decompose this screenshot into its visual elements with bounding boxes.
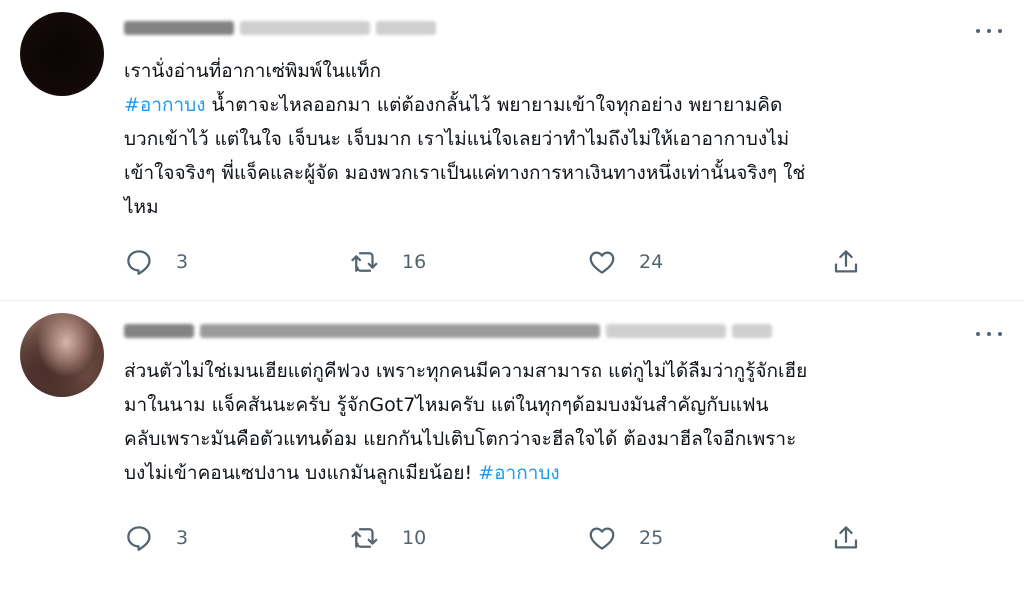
tweet-actions: 3 16 24: [124, 246, 864, 278]
retweet-count: 10: [402, 527, 427, 549]
tweet-line: ส่วนตัวไม่ใช่เมนเฮียแต่กูคีฟวง เพราะทุกค…: [124, 360, 808, 382]
tweet-line: บวกเข้าไว้ แต่ในใจ เจ็บนะ เจ็บมาก เราไม่…: [124, 128, 790, 150]
tweet-line: คลับเพราะมันคือตัวแทนด้อม แยกกันไปเติบโต…: [124, 428, 797, 450]
tweet[interactable]: เรานั่งอ่านที่อากาเซ่พิมพ์ในแท็ก #อากาบง…: [0, 0, 1024, 300]
retweet-icon: [351, 252, 378, 272]
tweet-text: ส่วนตัวไม่ใช่เมนเฮียแต่กูคีฟวง เพราะทุกค…: [124, 354, 1004, 490]
more-icon[interactable]: [976, 22, 1002, 40]
tweet-line: ไหม: [124, 196, 159, 218]
tweet-text: เรานั่งอ่านที่อากาเซ่พิมพ์ในแท็ก #อากาบง…: [124, 54, 1004, 224]
tweet-line: เรานั่งอ่านที่อากาเซ่พิมพ์ในแท็ก: [124, 60, 381, 82]
more-icon[interactable]: [976, 325, 1002, 343]
share-button[interactable]: [831, 247, 861, 277]
like-icon: [589, 527, 615, 550]
reply-button[interactable]: 3: [124, 247, 188, 277]
retweet-button[interactable]: 10: [350, 523, 426, 553]
tweet-line: #อากาบง น้ำตาจะไหลออกมา แต่ต้องกลั้นไว้ …: [124, 88, 1004, 122]
blurred-author-header: [124, 18, 442, 38]
tweet-line-text: น้ำตาจะไหลออกมา แต่ต้องกลั้นไว้ พยายามเข…: [205, 94, 783, 116]
retweet-count: 16: [402, 251, 427, 273]
reply-count: 3: [176, 527, 189, 549]
share-icon: [834, 526, 858, 549]
like-count: 24: [639, 251, 664, 273]
hashtag-link[interactable]: #อากาบง: [478, 462, 560, 484]
like-button[interactable]: 25: [587, 523, 663, 553]
retweet-button[interactable]: 16: [350, 247, 426, 277]
like-icon: [589, 251, 615, 274]
hashtag-link[interactable]: #อากาบง: [124, 94, 206, 116]
retweet-icon: [351, 528, 378, 548]
reply-icon: [127, 250, 151, 275]
tweet-line: มาในนาม แจ็คสันนะครับ รู้จักGot7ไหมครับ …: [124, 394, 769, 416]
tweet[interactable]: ส่วนตัวไม่ใช่เมนเฮียแต่กูคีฟวง เพราะทุกค…: [0, 301, 1024, 591]
like-button[interactable]: 24: [587, 247, 663, 277]
reply-button[interactable]: 3: [124, 523, 188, 553]
tweet-actions: 3 10 25: [124, 522, 864, 554]
avatar[interactable]: [20, 12, 104, 96]
reply-count: 3: [176, 251, 189, 273]
avatar[interactable]: [20, 313, 104, 397]
timeline: เรานั่งอ่านที่อากาเซ่พิมพ์ในแท็ก #อากาบง…: [0, 0, 1024, 591]
tweet-line: เข้าใจจริงๆ พี่แจ็คและผู้จัด มองพวกเราเป…: [124, 162, 806, 184]
tweet-line-text: บงไม่เข้าคอนเซปงาน บงแกมันลูกเมียน้อย!: [124, 462, 479, 484]
like-count: 25: [639, 527, 664, 549]
blurred-author-header: [124, 321, 778, 341]
reply-icon: [127, 526, 151, 551]
share-icon: [834, 250, 858, 273]
tweet-line: บงไม่เข้าคอนเซปงาน บงแกมันลูกเมียน้อย! #…: [124, 456, 1004, 490]
share-button[interactable]: [831, 523, 861, 553]
